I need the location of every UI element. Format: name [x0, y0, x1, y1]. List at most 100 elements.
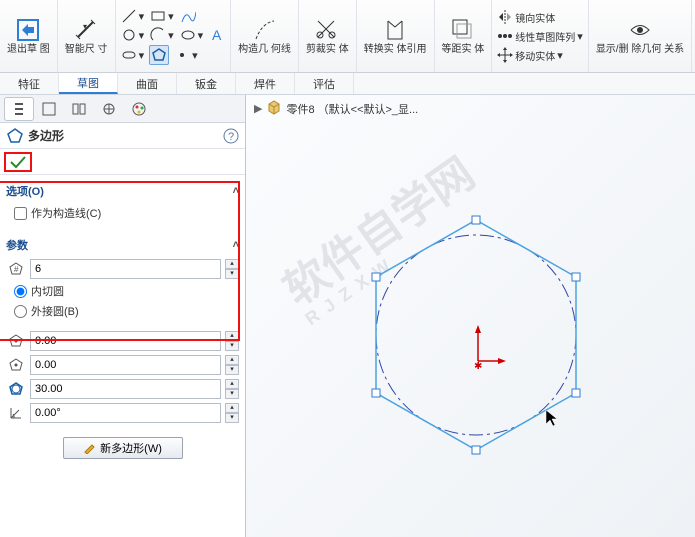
center-x-input[interactable] [30, 331, 221, 351]
breadcrumb: ▶ 零件8 （默认<<默认>_显... [254, 99, 418, 118]
mirror-button[interactable]: 镜向实体 [496, 8, 584, 26]
line-tool[interactable]: ▾ [120, 7, 146, 25]
panel-tab-appearance[interactable] [124, 97, 154, 121]
offset-entities-button[interactable]: 等距实 体 [439, 14, 488, 58]
center-x-row: ▴▾ [4, 329, 241, 353]
ok-button[interactable] [4, 152, 32, 172]
breadcrumb-doc[interactable]: 零件8 （默认<<默认>_显... [286, 101, 418, 117]
svg-text:#: # [14, 265, 19, 274]
graphics-area[interactable]: ▶ 零件8 （默认<<默认>_显... 软件自学网R J Z X W [246, 95, 695, 537]
inscribed-radio[interactable] [14, 285, 27, 298]
polygon-tool[interactable] [149, 45, 169, 65]
panel-tab-property[interactable] [34, 97, 64, 121]
linear-pattern-button[interactable]: 线性草图阵列▾ [496, 27, 584, 45]
center-y-row: ▴▾ [4, 353, 241, 377]
sides-input[interactable] [30, 259, 221, 279]
exit-sketch-label: 退出草 图 [7, 44, 50, 55]
offset-label: 等距实 体 [442, 44, 485, 55]
svg-text:▾: ▾ [83, 22, 87, 31]
panel-tab-feature-tree[interactable] [4, 97, 34, 121]
point-tool[interactable]: ▾ [173, 45, 199, 65]
diameter-input[interactable] [30, 379, 221, 399]
circumscribed-radio[interactable] [14, 305, 27, 318]
tab-features[interactable]: 特征 [0, 73, 59, 94]
exit-sketch-button[interactable]: 退出草 图 [4, 14, 53, 58]
pm-title-row: 多边形 ? [0, 123, 245, 149]
circle-tool[interactable]: ▾ [120, 26, 146, 44]
svg-text:A: A [212, 27, 222, 43]
angle-icon [6, 405, 26, 421]
corner-rect-tool[interactable]: ▾ [149, 7, 175, 25]
trim-button[interactable]: 剪裁实 体 [303, 14, 352, 58]
sides-spinner[interactable]: ▴▾ [225, 259, 239, 279]
circumscribed-label: 外接圆(B) [31, 303, 79, 319]
sides-row: # ▴▾ [4, 257, 241, 281]
move-entities-button[interactable]: 移动实体▾ [496, 46, 584, 64]
help-icon[interactable]: ? [223, 128, 239, 144]
diameter-row: ▴▾ [4, 377, 241, 401]
offset-icon [450, 17, 476, 43]
construction-label: 作为构造线(C) [31, 205, 101, 221]
relations-icon [627, 17, 653, 43]
convert-entities-icon [382, 17, 408, 43]
convert-entities-button[interactable]: 转换实 体引用 [361, 14, 430, 58]
dia-spinner[interactable]: ▴▾ [225, 379, 239, 399]
center-x-icon [6, 333, 26, 349]
chevron-up-icon: ˄ [233, 239, 239, 251]
convert-ent-label: 构造几 何线 [238, 44, 291, 55]
new-polygon-button[interactable]: 新多边形(W) [63, 437, 183, 459]
svg-text:✱: ✱ [474, 361, 482, 372]
arc-tool[interactable]: ▾ [149, 26, 175, 44]
move-label: 移动实体 [515, 48, 555, 63]
spline-tool[interactable] [179, 7, 197, 25]
chevron-up-icon: ˄ [233, 185, 239, 197]
angle-input[interactable] [30, 403, 221, 423]
tab-surfaces[interactable]: 曲面 [118, 73, 177, 94]
smart-dim-label: 智能尺 寸 [65, 44, 108, 55]
construction-checkbox-row[interactable]: 作为构造线(C) [4, 203, 241, 223]
params-header[interactable]: 参数 ˄ [4, 233, 241, 257]
x-spinner[interactable]: ▴▾ [225, 331, 239, 351]
center-y-icon [6, 357, 26, 373]
breadcrumb-arrow-icon[interactable]: ▶ [254, 102, 262, 115]
pm-body: 选项(O) ˄ 作为构造线(C) 参数 ˄ # ▴▾ 内切圆 [0, 175, 245, 537]
exit-sketch-icon [15, 17, 41, 43]
trim-icon [314, 17, 340, 43]
diameter-icon [6, 381, 26, 397]
slot-tool[interactable]: ▾ [120, 45, 146, 65]
angle-spinner[interactable]: ▴▾ [225, 403, 239, 423]
show-hide-relations-button[interactable]: 显示/删 除几何 关系 [593, 14, 687, 58]
panel-tab-config[interactable] [64, 97, 94, 121]
construction-checkbox[interactable] [14, 207, 27, 220]
center-y-input[interactable] [30, 355, 221, 375]
trim-label: 剪裁实 体 [306, 44, 349, 55]
property-manager-panel: 多边形 ? 选项(O) ˄ 作为构造线(C) 参数 ˄ # ▴▾ [0, 95, 246, 537]
params-label: 参数 [6, 237, 28, 253]
panel-tab-dim[interactable] [94, 97, 124, 121]
origin-marker: ✱ [466, 325, 506, 373]
pattern-icon [497, 28, 513, 44]
mirror-icon [497, 9, 513, 25]
convert-body-label: 转换实 体引用 [364, 44, 427, 55]
part-icon [266, 99, 282, 118]
circumscribed-radio-row[interactable]: 外接圆(B) [4, 301, 241, 321]
panel-tabs [0, 95, 245, 123]
show-hide-label: 显示/删 除几何 关系 [596, 44, 684, 55]
move-icon [497, 47, 513, 63]
smart-dimension-button[interactable]: ▾ 智能尺 寸 [62, 14, 111, 58]
tab-weldments[interactable]: 焊件 [236, 73, 295, 94]
pencil-icon [83, 442, 97, 454]
tab-evaluate[interactable]: 评估 [295, 73, 354, 94]
options-header[interactable]: 选项(O) ˄ [4, 179, 241, 203]
tab-sheetmetal[interactable]: 钣金 [177, 73, 236, 94]
text-tool[interactable]: A [208, 26, 226, 44]
pm-confirm-row [0, 149, 245, 175]
angle-row: ▴▾ [4, 401, 241, 425]
svg-text:?: ? [228, 131, 234, 143]
y-spinner[interactable]: ▴▾ [225, 355, 239, 375]
convert-construction-button[interactable]: 构造几 何线 [235, 14, 294, 58]
inscribed-radio-row[interactable]: 内切圆 [4, 281, 241, 301]
inscribed-label: 内切圆 [31, 283, 64, 299]
tab-sketch[interactable]: 草图 [59, 73, 118, 94]
ellipse-tool[interactable]: ▾ [179, 26, 205, 44]
